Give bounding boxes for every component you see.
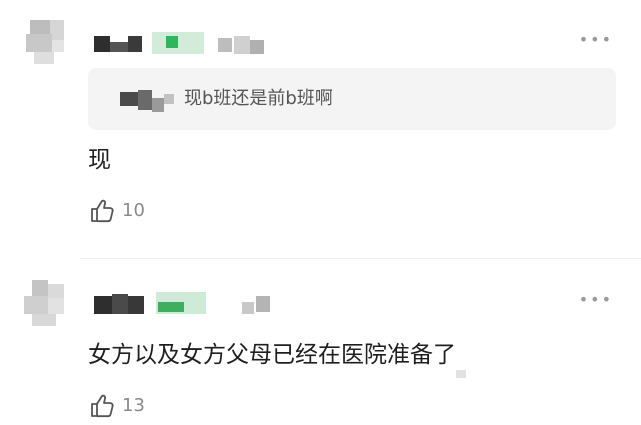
comment-item: ••• 现b班还是前b班啊 现 10 [0, 0, 641, 255]
username-obscured[interactable] [94, 292, 294, 320]
divider [80, 258, 641, 259]
thumbs-up-icon [91, 199, 114, 223]
avatar[interactable] [20, 18, 72, 70]
like-button[interactable]: 10 [88, 197, 145, 225]
avatar[interactable] [20, 280, 72, 332]
comment-item: ••• 女方以及女方父母已经在医院准备了 13 [0, 262, 641, 425]
like-count: 13 [122, 395, 145, 416]
more-dots-icon[interactable]: ••• [579, 32, 613, 48]
quote-text: 现b班还是前b班啊 [184, 88, 333, 109]
comment-text: 女方以及女方父母已经在医院准备了 [88, 342, 456, 368]
more-dots-icon[interactable]: ••• [579, 292, 613, 308]
noise-mark [456, 370, 466, 378]
quoted-reply[interactable]: 现b班还是前b班啊 [88, 68, 616, 130]
thumbs-up-icon [91, 394, 114, 418]
like-button[interactable]: 13 [88, 392, 145, 420]
comment-text: 现 [88, 147, 111, 173]
like-count: 10 [122, 200, 145, 221]
username-obscured[interactable] [94, 32, 294, 60]
